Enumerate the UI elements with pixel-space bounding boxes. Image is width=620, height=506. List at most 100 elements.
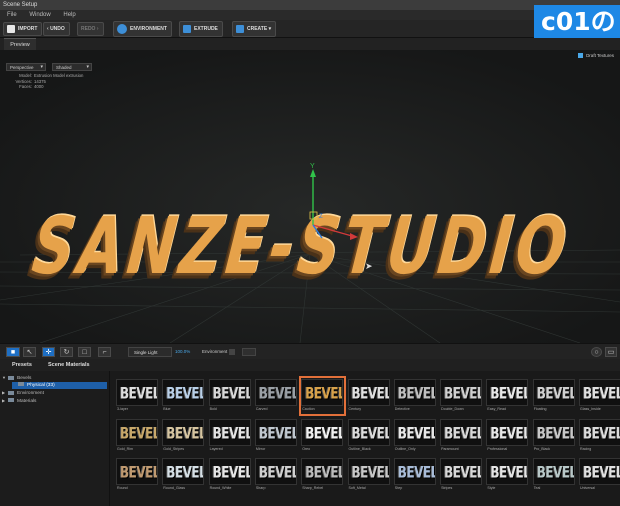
- cube-icon: [236, 24, 244, 33]
- menu-file[interactable]: File: [7, 12, 17, 18]
- preset-thumbnail[interactable]: BEVEL: [162, 458, 205, 485]
- preset-thumbnail[interactable]: BEVEL: [162, 418, 205, 446]
- preset-thumbnail[interactable]: BEVEL: [254, 379, 297, 406]
- tab-strip: [0, 38, 620, 50]
- tree-item-label: Materials: [17, 398, 37, 404]
- camera-icon[interactable]: ■: [6, 347, 20, 357]
- preset-preview-text: BEVEL: [536, 463, 575, 482]
- environment-button[interactable]: ENVIRONMENT: [113, 21, 172, 37]
- preset-thumbnail[interactable]: BEVEL: [116, 458, 158, 485]
- preset-thumbnail[interactable]: BEVEL: [301, 458, 344, 485]
- preset-thumbnail[interactable]: BEVEL: [208, 458, 251, 485]
- preset-thumbnail[interactable]: BEVEL: [347, 418, 390, 446]
- preset-thumbnail[interactable]: BEVEL: [532, 379, 575, 406]
- preset-thumbnail[interactable]: BEVEL: [301, 418, 344, 446]
- preset-label: Sharp: [255, 486, 266, 490]
- tree-item-label: Physical (33): [27, 382, 55, 388]
- preset-label: Racing: [580, 446, 592, 451]
- preset-thumbnail[interactable]: BEVEL: [116, 379, 158, 406]
- undo-button[interactable]: ‹ UNDO: [43, 22, 70, 36]
- preset-thumbnail[interactable]: BEVEL: [440, 418, 483, 446]
- extrude-button[interactable]: EXTRUDE: [179, 21, 223, 37]
- view-mode-dropdown[interactable]: Perspective: [6, 63, 46, 71]
- frame-icon[interactable]: ⌐: [98, 347, 111, 357]
- preset-thumbnail[interactable]: BEVEL: [532, 458, 575, 485]
- tab-scene-materials[interactable]: Scene Materials: [48, 359, 90, 371]
- preset-label: Oreo: [302, 446, 311, 451]
- preset-preview-text: BEVEL: [166, 384, 205, 403]
- preset-label: Floating: [533, 407, 547, 411]
- preset-label: Round_Glass: [163, 486, 186, 490]
- light-mode-dropdown[interactable]: Single Light: [128, 347, 172, 357]
- preset-preview-text: BEVEL: [397, 423, 436, 442]
- menu-help[interactable]: Help: [63, 12, 75, 18]
- preset-label: Detective: [394, 407, 410, 411]
- extruded-3d-text[interactable]: SANZE-STUDIO: [28, 200, 574, 292]
- redo-button[interactable]: REDO ›: [77, 22, 104, 36]
- preset-label: Style: [487, 486, 496, 490]
- preset-label: Bold: [209, 407, 217, 411]
- create-button[interactable]: CREATE ▾: [232, 21, 277, 37]
- preset-label: Soft_Metal: [348, 486, 366, 490]
- preset-thumbnail[interactable]: BEVEL: [486, 458, 529, 485]
- monitor-icon[interactable]: ▭: [605, 347, 617, 357]
- preset-thumbnail[interactable]: BEVEL: [393, 379, 436, 406]
- preset-label: Paramount: [441, 446, 459, 451]
- preset-label: Round_White: [209, 486, 232, 490]
- preset-thumbnail[interactable]: BEVEL: [440, 458, 483, 485]
- preset-thumbnail[interactable]: BEVEL: [347, 379, 390, 406]
- preset-thumbnail[interactable]: BEVEL: [532, 418, 575, 446]
- draft-textures-toggle[interactable]: Draft Textures: [578, 53, 614, 59]
- preset-label: Gold_Stripes: [163, 446, 185, 451]
- preset-preview-text: BEVEL: [536, 384, 575, 403]
- preset-thumbnail[interactable]: BEVEL: [579, 379, 620, 406]
- rotate-icon[interactable]: ↻: [60, 347, 73, 357]
- settings-icon[interactable]: ○: [591, 347, 602, 357]
- preset-preview-text: BEVEL: [490, 463, 529, 482]
- preset-thumbnail[interactable]: BEVEL: [208, 379, 251, 406]
- preset-thumbnail[interactable]: BEVEL: [486, 379, 529, 406]
- preset-thumbnail[interactable]: BEVEL: [254, 418, 297, 446]
- preset-label: Universal: [580, 486, 595, 490]
- import-button[interactable]: IMPORT: [3, 22, 43, 36]
- mouse-cursor-icon: ➤: [365, 261, 373, 271]
- environment-toggle[interactable]: [229, 349, 235, 355]
- preset-preview-text: BEVEL: [305, 463, 344, 482]
- folder-icon: [8, 375, 14, 380]
- checkbox-icon: [578, 53, 584, 59]
- preset-thumbnail[interactable]: BEVEL: [208, 418, 251, 446]
- light-intensity-value[interactable]: 100.0%: [175, 348, 190, 356]
- preset-thumbnail[interactable]: BEVEL: [440, 379, 483, 406]
- preset-thumbnail[interactable]: BEVEL: [579, 418, 620, 446]
- select-arrow-icon[interactable]: ↖: [23, 347, 36, 357]
- preset-thumbnail[interactable]: BEVEL: [162, 379, 205, 406]
- preset-label: Carved: [255, 407, 268, 411]
- preset-thumbnail[interactable]: BEVEL: [116, 418, 158, 446]
- preset-thumbnail[interactable]: BEVEL: [254, 458, 297, 485]
- environment-value-box[interactable]: [242, 348, 256, 356]
- move-icon[interactable]: ✛: [42, 347, 55, 357]
- preset-thumbnail[interactable]: BEVEL: [486, 418, 529, 446]
- tree-item[interactable]: ▶ Materials: [2, 397, 36, 405]
- viewport-3d[interactable]: Perspective Shaded Model:Extrusion Model…: [0, 50, 620, 343]
- preset-thumbnail[interactable]: BEVEL: [579, 458, 620, 485]
- preset-label: Gold_Rim: [117, 446, 133, 451]
- preset-preview-text: BEVEL: [166, 423, 205, 442]
- preset-thumbnail[interactable]: BEVEL: [393, 458, 436, 485]
- tab-preview[interactable]: Preview: [4, 38, 36, 50]
- preset-preview-text: BEVEL: [351, 463, 390, 482]
- preset-preview-text: BEVEL: [120, 463, 158, 482]
- scale-icon[interactable]: □: [78, 347, 91, 357]
- preset-preview-text: BEVEL: [212, 423, 251, 442]
- menu-window[interactable]: Window: [29, 12, 50, 18]
- create-label: CREATE: [247, 26, 268, 32]
- preset-thumbnail[interactable]: BEVEL: [393, 418, 436, 446]
- ground-grid: [0, 50, 620, 343]
- tab-presets[interactable]: Presets: [12, 359, 32, 371]
- toolbar: IMPORT ‹ UNDO REDO › ENVIRONMENT EXTRUDE…: [0, 20, 620, 38]
- tree-item[interactable]: Physical (33): [12, 381, 107, 389]
- preset-preview-text: BEVEL: [444, 384, 483, 403]
- preset-thumbnail[interactable]: BEVEL: [347, 458, 390, 485]
- preset-preview-text: BEVEL: [397, 463, 436, 482]
- shade-mode-dropdown[interactable]: Shaded: [52, 63, 92, 71]
